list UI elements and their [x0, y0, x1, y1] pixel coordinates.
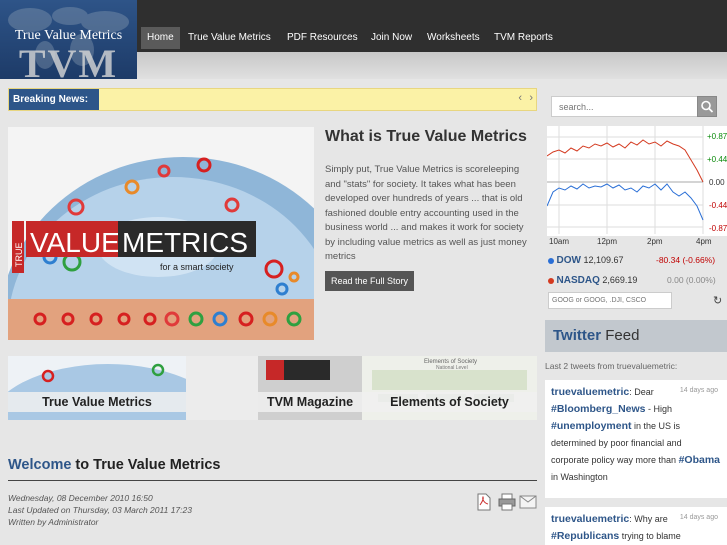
hashtag-link[interactable]: #Bloomberg_News: [551, 403, 646, 415]
tile-elements-subheading: National Level: [436, 365, 468, 371]
stock-change: 0.00 (0.00%): [667, 275, 716, 285]
stock-value: 2,669.19: [602, 275, 638, 285]
stock-row-dow[interactable]: DOW 12,109.67: [548, 255, 624, 266]
article-title-lead: Welcome: [8, 457, 72, 473]
twitter-title-bold: Twitter: [553, 327, 602, 344]
tweet-text: : Why are: [629, 514, 668, 524]
email-icon[interactable]: [519, 495, 537, 514]
y-tick: +0.44: [707, 155, 727, 164]
chevron-right-icon[interactable]: ›: [529, 92, 533, 104]
article-created-date: Wednesday, 08 December 2010 16:50: [8, 493, 153, 503]
banner-metrics-text: METRICS: [122, 227, 248, 258]
stock-value: 12,109.67: [583, 255, 624, 265]
twitter-feed-subtitle: Last 2 tweets from truevaluemetric:: [545, 361, 678, 371]
x-tick: 12pm: [597, 237, 618, 246]
hashtag-link[interactable]: #Republicans: [551, 530, 619, 542]
tile-magazine-cover-left: [186, 356, 258, 420]
y-tick: -0.44: [709, 201, 727, 210]
x-tick: 2pm: [647, 237, 663, 246]
tweet-text: : Dear: [629, 387, 654, 397]
tile-true-value-metrics[interactable]: True Value Metrics: [8, 356, 186, 420]
nav-home[interactable]: Home: [141, 27, 180, 49]
x-tick: 10am: [549, 237, 570, 246]
hashtag-link[interactable]: #Obama: [679, 454, 720, 466]
tile-label: TVM Magazine: [258, 392, 362, 412]
banner-tagline-text: for a smart society: [160, 262, 234, 272]
stock-symbol: NASDAQ: [556, 275, 600, 286]
x-tick: 4pm: [696, 237, 712, 246]
tweet-text: - High: [645, 404, 673, 414]
tweet-text: trying to blame: [619, 531, 681, 541]
twitter-feed-title: Twitter Feed: [553, 327, 639, 344]
nav-worksheets[interactable]: Worksheets: [421, 27, 486, 49]
hero-description: Simply put, True Value Metrics is scorel…: [325, 164, 527, 262]
tweet-item: 14 days ago truevaluemetric: Dear #Bloom…: [545, 380, 727, 498]
nasdaq-dot-icon: [548, 277, 554, 284]
tweet-user-link[interactable]: truevaluemetric: [551, 513, 629, 525]
article-title-rest: to True Value Metrics: [71, 457, 221, 473]
stock-symbol: DOW: [556, 255, 581, 266]
nav-tvm-reports[interactable]: TVM Reports: [488, 27, 559, 49]
stock-row-nasdaq[interactable]: NASDAQ 2,669.19: [548, 275, 637, 286]
logo-mark: TVM: [18, 41, 119, 79]
refresh-icon[interactable]: ↻: [713, 294, 722, 307]
breaking-news-label: Breaking News:: [9, 89, 99, 110]
site-logo[interactable]: True Value Metrics TVM: [0, 0, 137, 79]
search-input[interactable]: [551, 96, 717, 117]
y-tick: 0.00: [709, 178, 725, 187]
tweet-date: 14 days ago: [679, 514, 718, 521]
article-title[interactable]: Welcome to True Value Metrics: [8, 457, 220, 473]
tile-tvm-magazine[interactable]: TVM Magazine: [258, 356, 362, 420]
stock-change: -80.34 (-0.66%): [656, 255, 716, 265]
dow-dot-icon: [548, 257, 554, 264]
chevron-left-icon[interactable]: ‹: [518, 92, 522, 104]
read-full-story-button[interactable]: Read the Full Story: [325, 271, 415, 291]
hero-banner-image[interactable]: TRUE VALUE METRICS for a smart society: [8, 127, 314, 340]
nav-join-now[interactable]: Join Now: [365, 27, 418, 49]
divider: [8, 480, 537, 481]
tweet-date: 14 days ago: [679, 387, 718, 394]
nav-true-value-metrics[interactable]: True Value Metrics: [182, 27, 277, 49]
twitter-feed-header: Twitter Feed: [545, 320, 727, 352]
tweet-user-link[interactable]: truevaluemetric: [551, 386, 629, 398]
hero-title: What is True Value Metrics: [325, 128, 527, 145]
tile-elements-of-society[interactable]: Elements of Society National Level Eleme…: [362, 356, 537, 420]
twitter-title-rest: Feed: [601, 327, 640, 344]
tile-label: True Value Metrics: [8, 392, 186, 412]
article-updated-date: Last Updated on Thursday, 03 March 2011 …: [8, 505, 192, 515]
banner-prefix-text: TRUE: [14, 243, 24, 268]
banner-value-text: VALUE: [30, 227, 120, 258]
tile-label: Elements of Society: [362, 392, 537, 412]
nav-pdf-resources[interactable]: PDF Resources: [281, 27, 364, 49]
hashtag-link[interactable]: #unemployment: [551, 420, 632, 432]
print-icon[interactable]: [498, 493, 516, 516]
y-tick: +0.87: [707, 132, 727, 141]
main-nav: Home True Value Metrics PDF Resources Jo…: [137, 0, 727, 52]
nav-sub-bar: [137, 52, 727, 79]
article-author: Written by Administrator: [8, 517, 99, 527]
stock-symbol-input[interactable]: [548, 292, 672, 309]
search-icon: [701, 100, 714, 113]
tweet-text: in Washington: [551, 472, 608, 482]
search-button[interactable]: [697, 96, 717, 117]
pdf-icon[interactable]: [476, 493, 492, 516]
breaking-news-bar: Breaking News: ‹ ›: [8, 88, 537, 111]
tweet-item: 14 days ago truevaluemetric: Why are #Re…: [545, 507, 727, 545]
y-tick: -0.87: [709, 224, 727, 233]
